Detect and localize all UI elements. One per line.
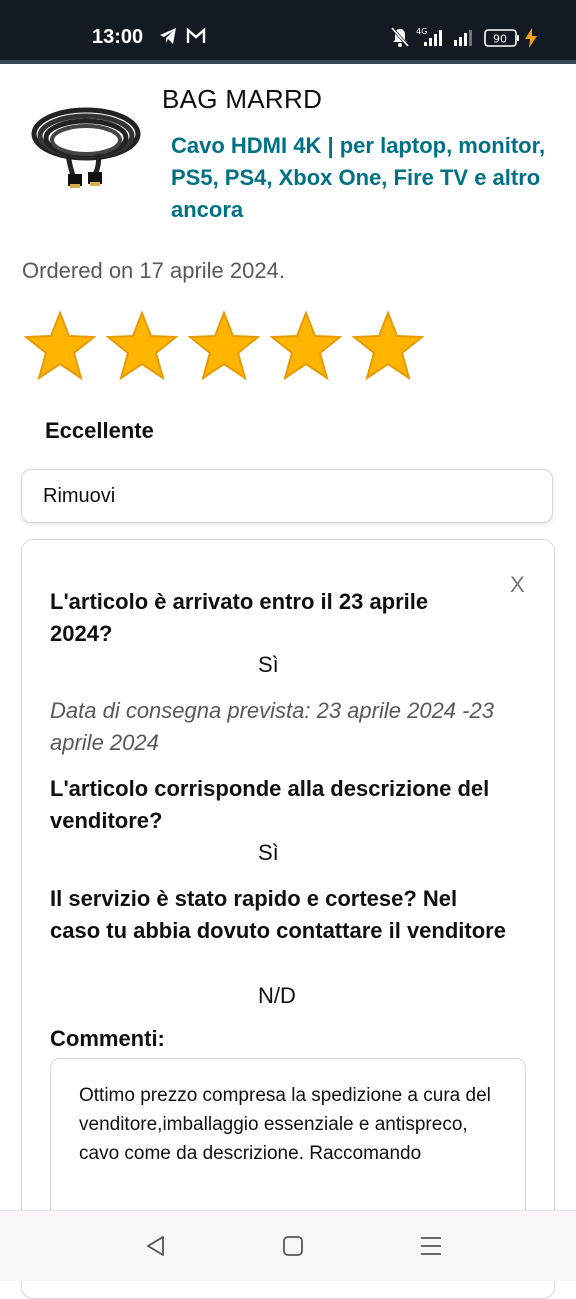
status-bar: 13:00 4G 90 [0,0,576,60]
menu-icon[interactable] [418,1233,444,1259]
star-3-icon[interactable] [188,310,260,382]
hdmi-cable-image[interactable] [28,98,144,190]
home-icon[interactable] [280,1233,306,1259]
product-title-link[interactable]: Cavo HDMI 4K | per laptop, monitor, PS5,… [171,130,551,226]
signal-icon [452,26,476,53]
remove-button[interactable]: Rimuovi [21,469,553,523]
close-button[interactable]: X [510,572,525,598]
star-5-icon[interactable] [352,310,424,382]
svg-text:4G: 4G [416,27,427,36]
comment-body: Ottimo prezzo compresa la spedizione a c… [79,1085,491,1164]
seller-name: BAG MARRD [162,84,323,114]
mute-icon [390,26,410,53]
system-nav-bar [0,1210,576,1281]
rating-label: Eccellente [45,418,154,443]
4g-signal-icon: 4G [414,26,444,53]
answer-service: N/D [258,983,296,1008]
question-delivery: L'articolo è arrivato entro il 23 aprile… [50,589,429,646]
question-description: L'articolo corrisponde alla descrizione … [50,776,490,833]
answer-description: Sì [258,840,279,865]
comments-label: Commenti: [50,1026,165,1051]
star-1-icon[interactable] [24,310,96,382]
star-rating[interactable] [24,310,424,382]
battery-level: 90 [493,33,507,46]
header-strip [0,60,576,64]
battery-icon: 90 [484,29,520,52]
charging-icon [524,28,538,53]
answer-delivery: Sì [258,652,279,677]
expected-delivery-note: Data di consegna prevista: 23 aprile 202… [50,698,494,755]
order-date: Ordered on 17 aprile 2024. [22,258,285,283]
question-service: Il servizio è stato rapido e cortese? Ne… [50,886,506,943]
star-4-icon[interactable] [270,310,342,382]
back-icon[interactable] [143,1233,169,1259]
gmail-icon [186,26,206,51]
status-time: 13:00 [92,26,144,48]
star-2-icon[interactable] [106,310,178,382]
telegram-icon [158,26,178,51]
